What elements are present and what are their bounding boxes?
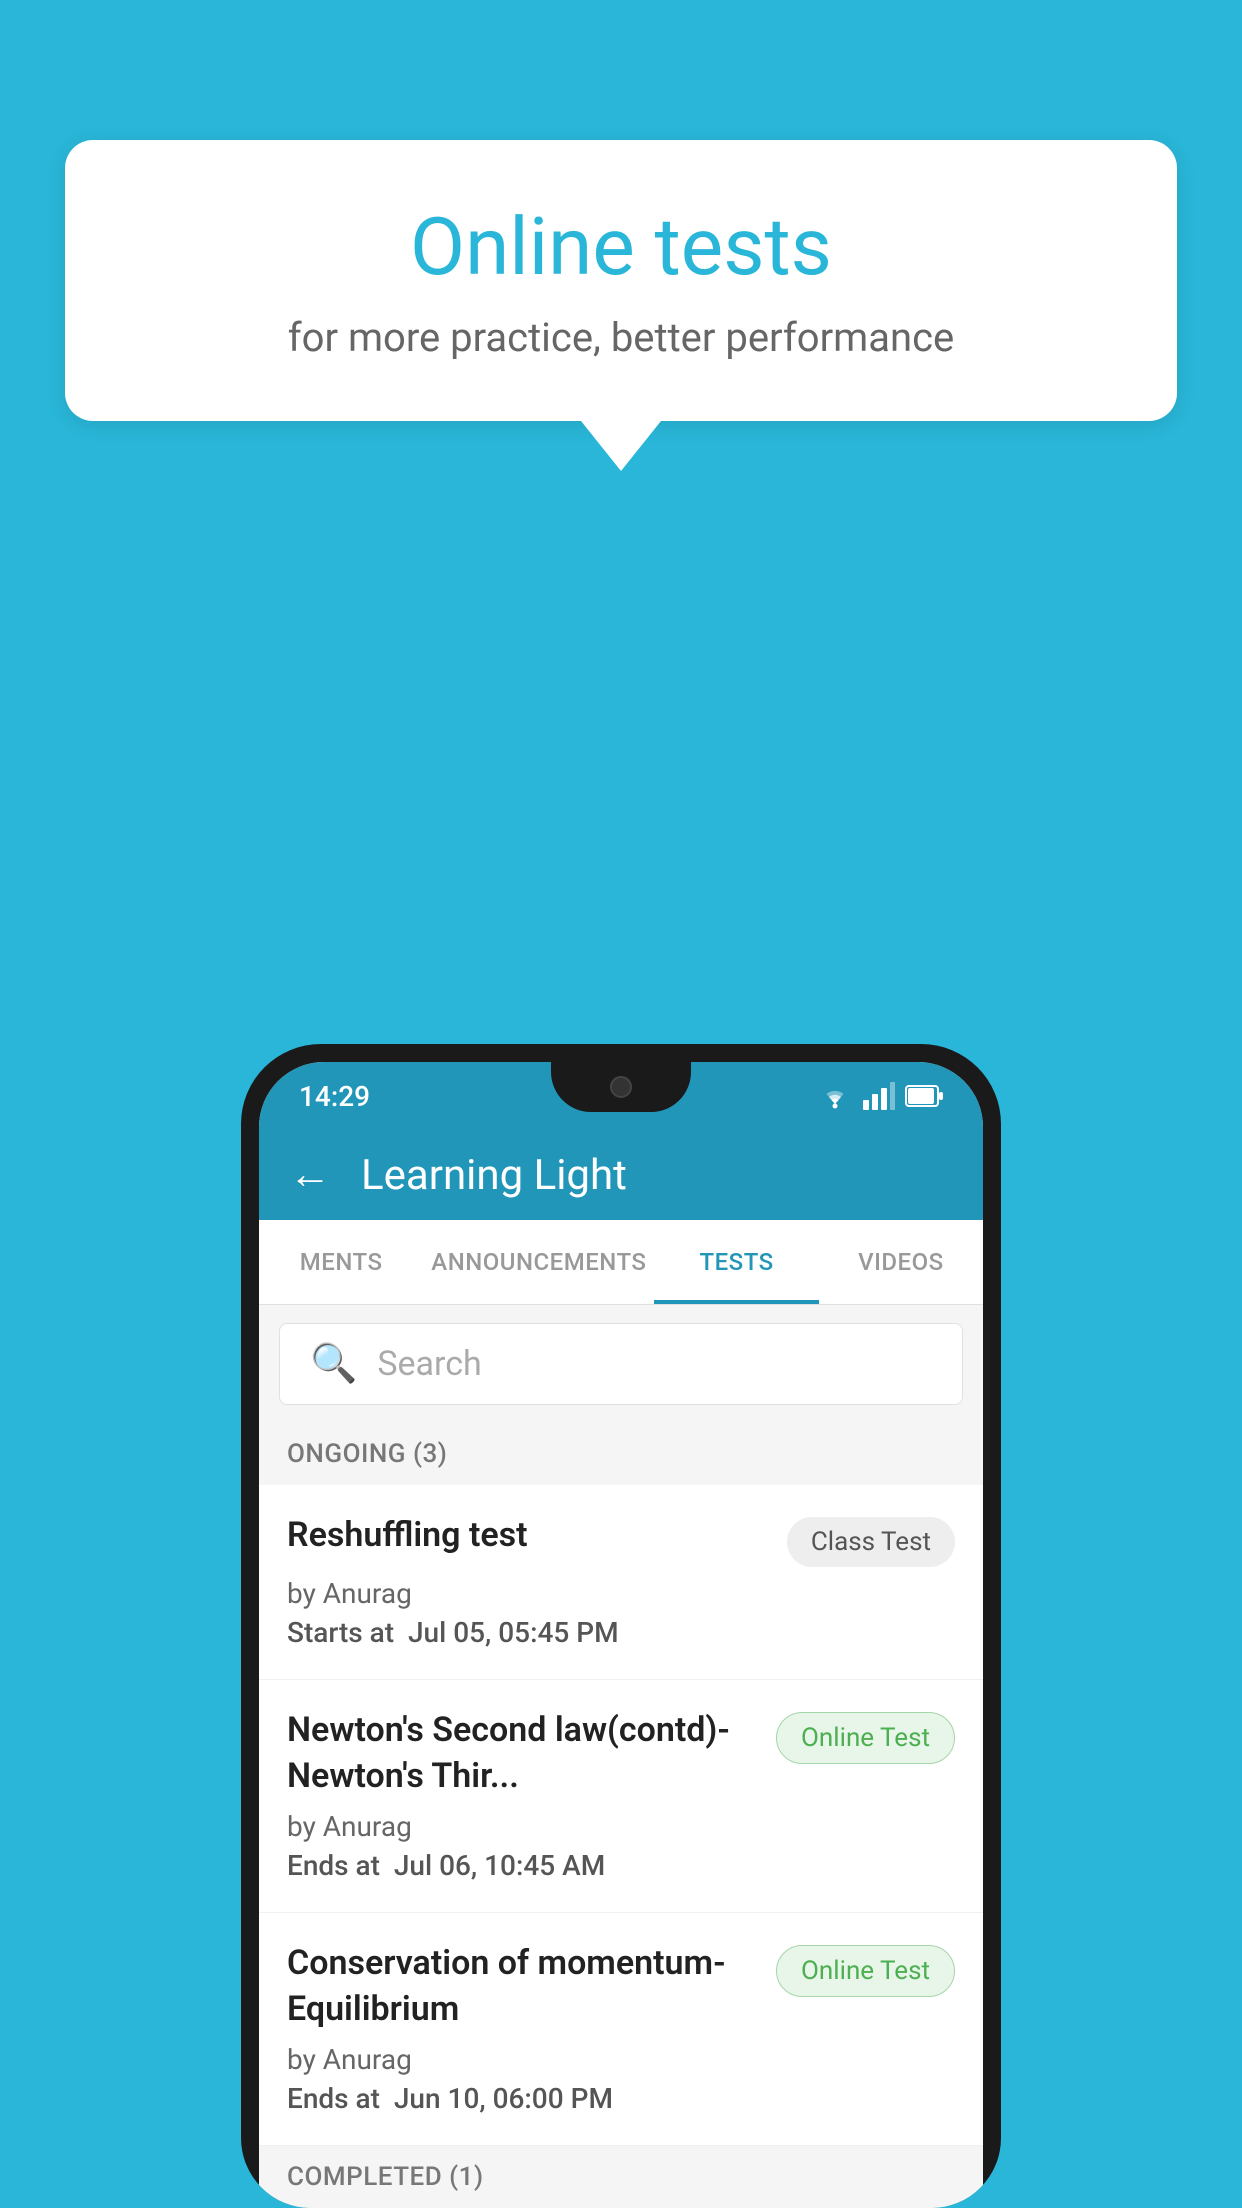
search-icon: 🔍: [310, 1342, 357, 1386]
test-date: Ends at Jun 10, 06:00 PM: [287, 2082, 955, 2115]
speech-bubble-container: Online tests for more practice, better p…: [65, 140, 1177, 471]
test-item-header: Newton's Second law(contd)-Newton's Thir…: [287, 1708, 955, 1800]
test-author: by Anurag: [287, 1810, 955, 1843]
test-badge: Online Test: [776, 1945, 955, 1997]
status-icons: [817, 1082, 943, 1110]
speech-bubble-title: Online tests: [145, 200, 1097, 294]
phone-screen: 14:29: [259, 1062, 983, 2208]
search-placeholder: Search: [377, 1344, 481, 1384]
tab-tests[interactable]: TESTS: [654, 1220, 818, 1304]
test-date: Ends at Jul 06, 10:45 AM: [287, 1849, 955, 1882]
test-item-header: Conservation of momentum-Equilibrium Onl…: [287, 1941, 955, 2033]
test-author: by Anurag: [287, 2043, 955, 2076]
tab-announcements[interactable]: ANNOUNCEMENTS: [423, 1220, 654, 1304]
completed-section-label: COMPLETED (1): [259, 2146, 983, 2208]
test-item[interactable]: Reshuffling test Class Test by Anurag St…: [259, 1485, 983, 1680]
tab-ments[interactable]: MENTS: [259, 1220, 423, 1304]
speech-bubble-subtitle: for more practice, better performance: [145, 314, 1097, 361]
test-item[interactable]: Newton's Second law(contd)-Newton's Thir…: [259, 1680, 983, 1913]
phone-container: 14:29: [241, 1044, 1001, 2208]
search-bar[interactable]: 🔍 Search: [279, 1323, 963, 1405]
test-author: by Anurag: [287, 1577, 955, 1610]
test-title: Conservation of momentum-Equilibrium: [287, 1941, 776, 2033]
test-date: Starts at Jul 05, 05:45 PM: [287, 1616, 955, 1649]
signal-icon: [863, 1082, 895, 1110]
app-header: ← Learning Light: [259, 1130, 983, 1220]
test-item[interactable]: Conservation of momentum-Equilibrium Onl…: [259, 1913, 983, 2146]
search-container: 🔍 Search: [259, 1305, 983, 1423]
notch: [551, 1062, 691, 1112]
app-title: Learning Light: [361, 1151, 627, 1200]
test-title: Reshuffling test: [287, 1513, 787, 1559]
speech-bubble-arrow: [581, 421, 661, 471]
status-time: 14:29: [299, 1080, 370, 1113]
test-item-header: Reshuffling test Class Test: [287, 1513, 955, 1567]
test-badge: Class Test: [787, 1517, 955, 1567]
phone-frame: 14:29: [241, 1044, 1001, 2208]
test-title: Newton's Second law(contd)-Newton's Thir…: [287, 1708, 776, 1800]
speech-bubble: Online tests for more practice, better p…: [65, 140, 1177, 421]
wifi-icon: [817, 1082, 853, 1110]
ongoing-section-label: ONGOING (3): [259, 1423, 983, 1485]
tab-videos[interactable]: VIDEOS: [819, 1220, 983, 1304]
back-button[interactable]: ←: [289, 1154, 331, 1196]
test-badge: Online Test: [776, 1712, 955, 1764]
battery-icon: [905, 1085, 943, 1107]
tabs-container: MENTS ANNOUNCEMENTS TESTS VIDEOS: [259, 1220, 983, 1305]
front-camera: [610, 1076, 632, 1098]
